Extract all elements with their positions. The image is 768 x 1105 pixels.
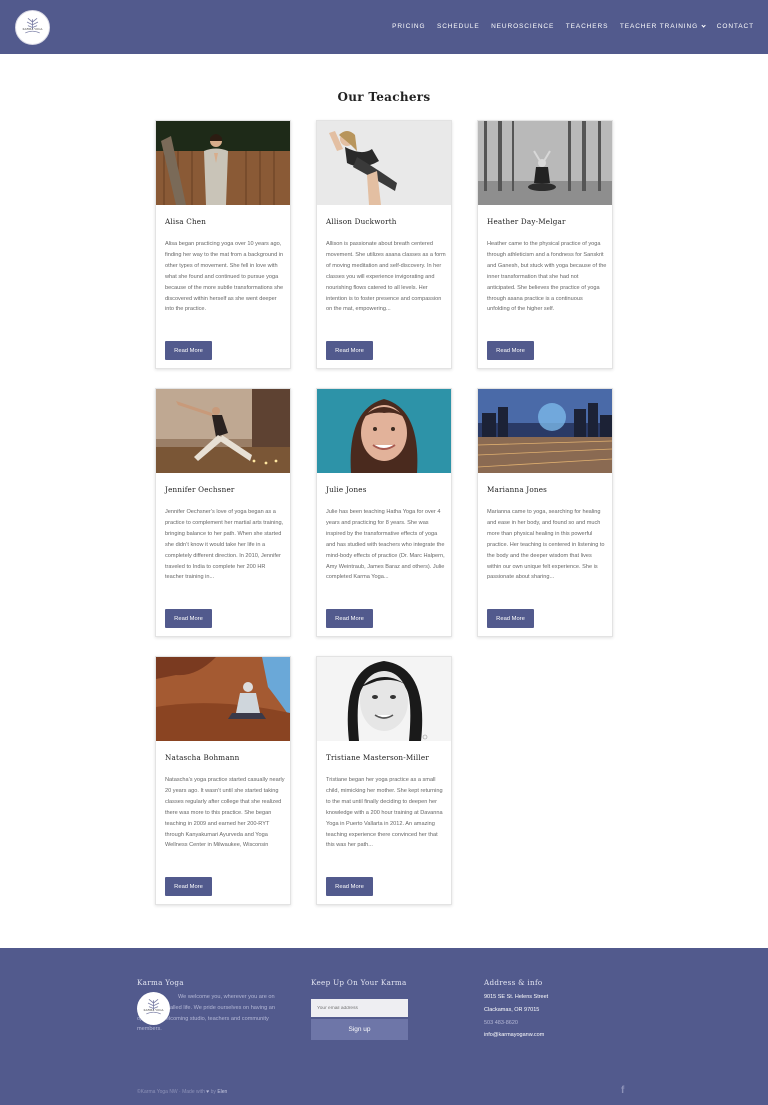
read-more-button[interactable]: Read More (326, 609, 373, 628)
nav-label: NEUROSCIENCE (491, 23, 555, 30)
teacher-bio: Marianna came to yoga, searching for hea… (487, 509, 605, 581)
teacher-name: Alisa Chen (165, 217, 207, 226)
credits-brand[interactable]: Elen (217, 1089, 227, 1095)
teacher-name: Natascha Bohmann (165, 753, 240, 762)
teacher-photo[interactable] (156, 121, 290, 205)
button-label: Read More (496, 347, 525, 354)
newsletter-email-input[interactable] (311, 999, 408, 1017)
credits-suffix: by (210, 1089, 216, 1095)
logo-icon: KARMA YOGA (137, 992, 170, 1025)
teacher-name: Heather Day-Melgar (487, 217, 566, 226)
nav-label: TEACHERS (565, 23, 609, 30)
teacher-card: Julie Jones Julie has been teaching Hath… (316, 388, 452, 637)
teacher-photo[interactable] (317, 121, 451, 205)
teacher-photo[interactable] (478, 121, 612, 205)
footer-address-title: Address & info (484, 978, 543, 987)
button-label: Read More (174, 347, 203, 354)
teacher-bio: Heather came to the physical practice of… (487, 241, 607, 313)
chevron-down-icon (701, 23, 706, 28)
nav-neuroscience[interactable]: NEUROSCIENCE (491, 23, 554, 30)
read-more-button[interactable]: Read More (326, 341, 373, 360)
main-nav: PRICING SCHEDULE NEUROSCIENCE TEACHERS T… (381, 23, 754, 30)
read-more-button[interactable]: Read More (487, 609, 534, 628)
nav-label: SCHEDULE (436, 23, 480, 30)
teacher-card: Jennifer Oechsner Jennifer Oechsner’s lo… (155, 388, 291, 637)
teacher-photo[interactable] (317, 389, 451, 473)
button-label: Read More (335, 615, 364, 622)
teacher-card: Natascha Bohmann Natascha’s yoga practic… (155, 656, 291, 905)
footer-credits: ©Karma Yoga NW · Made with ♥ by Elen (137, 1089, 227, 1095)
nav-label: TEACHER TRAINING (619, 23, 699, 30)
logo-icon[interactable]: KARMA YOGA (15, 10, 50, 45)
teacher-card: Alisa Chen Alisa began practicing yoga o… (155, 120, 291, 369)
teacher-bio: Alisa began practicing yoga over 10 year… (165, 241, 284, 313)
teacher-bio: Jennifer Oechsner’s love of yoga began a… (165, 509, 284, 581)
button-label: Read More (174, 883, 203, 890)
teacher-bio: Allison is passionate about breath cente… (326, 241, 446, 313)
nav-label: PRICING (392, 23, 426, 30)
teacher-card: Marianna Jones Marianna came to yoga, se… (477, 388, 613, 637)
read-more-button[interactable]: Read More (165, 609, 212, 628)
teacher-photo[interactable] (478, 389, 612, 473)
button-label: Read More (335, 347, 364, 354)
teacher-bio: Julie has been teaching Hatha Yoga for o… (326, 509, 445, 581)
footer-newsletter-title: Keep Up On Your Karma (311, 978, 407, 987)
nav-pricing[interactable]: PRICING (392, 23, 425, 30)
site-header: KARMA YOGA PRICING SCHEDULE NEUROSCIENCE… (0, 0, 768, 54)
teacher-photo[interactable] (156, 389, 290, 473)
read-more-button[interactable]: Read More (487, 341, 534, 360)
teacher-bio: Tristiane began her yoga practice as a s… (326, 777, 443, 849)
button-label: Read More (335, 883, 364, 890)
button-label: Sign up (348, 1026, 371, 1033)
phone-number[interactable]: 503 483-8620 (484, 1020, 518, 1026)
page-title: Our Teachers (337, 90, 431, 104)
svg-text:KARMA YOGA: KARMA YOGA (23, 27, 44, 31)
teacher-name: Marianna Jones (487, 485, 548, 494)
teacher-name: Tristiane Masterson-Miller (326, 753, 429, 762)
teacher-photo[interactable] (317, 657, 451, 741)
footer-about-title: Karma Yoga (137, 978, 184, 987)
teacher-name: Jennifer Oechsner (165, 485, 235, 494)
teacher-bio: Natascha’s yoga practice started casuall… (165, 777, 285, 849)
button-label: Read More (496, 615, 525, 622)
nav-teacher-training[interactable]: TEACHER TRAINING (619, 23, 706, 30)
teacher-card: Allison Duckworth Allison is passionate … (316, 120, 452, 369)
read-more-button[interactable]: Read More (165, 877, 212, 896)
nav-contact[interactable]: CONTACT (717, 23, 754, 30)
teacher-card: Tristiane Masterson-Miller Tristiane beg… (316, 656, 452, 905)
nav-schedule[interactable]: SCHEDULE (437, 23, 480, 30)
read-more-button[interactable]: Read More (165, 341, 212, 360)
read-more-button[interactable]: Read More (326, 877, 373, 896)
heart-icon: ♥ (206, 1089, 210, 1095)
address-line-2: Clackamas, OR 97015 (484, 1007, 540, 1013)
teacher-name: Allison Duckworth (326, 217, 397, 226)
address-line-1: 9015 SE St. Helens Street (484, 994, 549, 1000)
nav-teachers[interactable]: TEACHERS (566, 23, 609, 30)
nav-label: CONTACT (716, 23, 754, 30)
credits-prefix: ©Karma Yoga NW · Made with (137, 1089, 205, 1095)
contact-email-link[interactable]: info@karmayoganw.com (484, 1032, 544, 1038)
facebook-icon[interactable]: f (621, 1085, 624, 1096)
signup-button[interactable]: Sign up (311, 1019, 408, 1040)
teacher-photo[interactable] (156, 657, 290, 741)
site-footer: Karma Yoga We welcome you, wherever you … (0, 948, 768, 1105)
teacher-card: Heather Day-Melgar Heather came to the p… (477, 120, 613, 369)
teacher-name: Julie Jones (326, 485, 367, 494)
button-label: Read More (174, 615, 203, 622)
svg-text:KARMA YOGA: KARMA YOGA (144, 1008, 165, 1012)
